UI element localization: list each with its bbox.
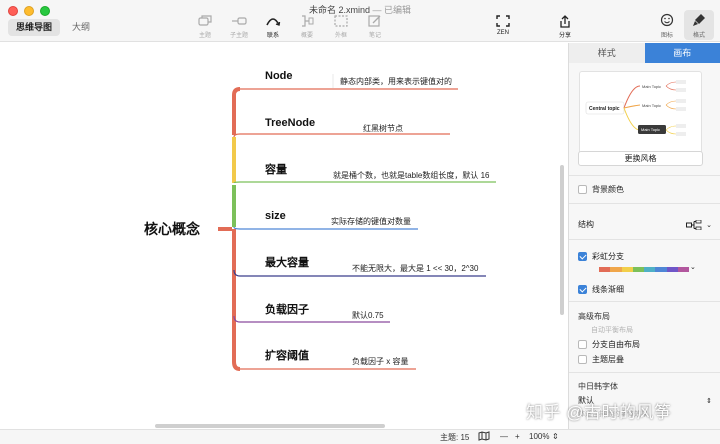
summary-bracket-icon bbox=[290, 14, 324, 28]
subtopic-icon bbox=[222, 14, 256, 28]
summary-tool[interactable]: 概要 bbox=[290, 14, 324, 39]
branch-title-size[interactable]: size bbox=[265, 210, 286, 222]
window-titlebar: 未命名 2.xmind — 已编辑 思维导图 大纲 主题 子主题 联系 概要 外… bbox=[0, 0, 720, 42]
rainbow-swatch-7 bbox=[677, 267, 689, 272]
canvas-vertical-scrollbar[interactable] bbox=[560, 165, 564, 315]
structure-row: 结构 ⌄ bbox=[578, 219, 712, 230]
branch-title-treenode[interactable]: TreeNode bbox=[265, 117, 315, 129]
chevron-updown-icon: ⇕ bbox=[706, 397, 712, 405]
line-taper-option[interactable]: 线条渐细 bbox=[578, 284, 624, 295]
share-tool[interactable]: 分享 bbox=[548, 14, 582, 39]
watermark: 知乎 @古时的风筝 bbox=[526, 403, 672, 422]
trunk-segment-bottom bbox=[232, 229, 241, 371]
thumb-main-3: Main Topic bbox=[641, 127, 660, 132]
branch-line-capacity bbox=[233, 181, 496, 184]
format-panel: 样式 画布 Central topic Main Topic Main Topi… bbox=[568, 43, 720, 429]
topic-tool[interactable]: 主题 bbox=[188, 14, 222, 39]
auto-balance-option: 自动平衡布局 bbox=[591, 327, 633, 334]
chevron-down-icon: ⌄ bbox=[690, 264, 696, 271]
relation-curve-icon bbox=[256, 14, 290, 28]
style-preview-svg: Central topic Main Topic Main Topic Main… bbox=[585, 80, 686, 136]
branch-title-capacity[interactable]: 容量 bbox=[264, 162, 287, 176]
tab-outline[interactable]: 大纲 bbox=[64, 19, 98, 36]
canvas-horizontal-scrollbar[interactable] bbox=[155, 424, 385, 428]
smiley-icon bbox=[652, 13, 682, 29]
view-tabs: 思维导图 大纲 bbox=[8, 19, 98, 36]
thumb-main-1: Main Topic bbox=[642, 84, 661, 89]
tab-style[interactable]: 样式 bbox=[569, 43, 645, 63]
boundary-icon bbox=[324, 14, 358, 28]
free-branch-option[interactable]: 分支自由布局 bbox=[578, 339, 640, 350]
branch-note-size[interactable]: 实际存储的键值对数量 bbox=[331, 216, 411, 226]
structure-dropdown[interactable]: ⌄ bbox=[686, 219, 712, 230]
branch-line-size bbox=[233, 226, 418, 230]
rainbow-swatch-5 bbox=[655, 267, 667, 272]
trunk-segment-top bbox=[232, 87, 241, 135]
status-bar: 主题: 15 — + 100% ⇕ bbox=[0, 429, 720, 444]
thumb-main-2: Main Topic bbox=[642, 103, 661, 108]
central-topic[interactable]: 核心概念 bbox=[144, 221, 201, 237]
format-panel-button[interactable]: 格式 bbox=[684, 10, 714, 40]
rainbow-dropdown[interactable]: ⌄ bbox=[690, 263, 696, 271]
rainbow-swatch-6 bbox=[666, 267, 678, 272]
rainbow-swatch-2 bbox=[621, 267, 633, 272]
branch-note-capacity[interactable]: 就是桶个数，也就是table数组长度，默认 16 bbox=[333, 170, 490, 180]
map-icon[interactable] bbox=[478, 431, 490, 443]
branch-note-load-factor[interactable]: 默认0.75 bbox=[352, 310, 384, 320]
chevron-down-icon: ⌄ bbox=[706, 221, 712, 229]
style-thumbnail[interactable]: Central topic Main Topic Main Topic Main… bbox=[579, 71, 702, 163]
structure-icon bbox=[686, 219, 702, 230]
brush-icon bbox=[684, 13, 714, 29]
branch-line-treenode bbox=[233, 133, 450, 138]
rainbow-swatch-0 bbox=[599, 267, 611, 272]
zoom-in-button[interactable]: + bbox=[515, 432, 520, 441]
rainbow-palette[interactable] bbox=[599, 267, 689, 272]
background-color-option[interactable]: 背景颜色 bbox=[578, 184, 624, 195]
zen-mode-tool[interactable]: ZEN bbox=[486, 14, 520, 36]
free-branch-checkbox[interactable] bbox=[578, 340, 587, 349]
tab-canvas[interactable]: 画布 bbox=[644, 43, 720, 63]
zoom-out-button[interactable]: — bbox=[500, 432, 508, 441]
panel-toggle-group: 图标 格式 bbox=[652, 10, 714, 40]
change-style-button[interactable]: 更换风格 bbox=[578, 151, 703, 166]
branch-note-treenode[interactable]: 红黑树节点 bbox=[363, 123, 403, 133]
line-taper-checkbox[interactable] bbox=[578, 285, 587, 294]
format-panel-tabs: 样式 画布 bbox=[569, 43, 720, 63]
rainbow-swatch-1 bbox=[610, 267, 622, 272]
rainbow-swatch-3 bbox=[632, 267, 644, 272]
thumb-central: Central topic bbox=[589, 106, 620, 112]
branch-title-threshold[interactable]: 扩容阈值 bbox=[265, 348, 309, 362]
zoom-level[interactable]: 100% bbox=[529, 432, 549, 441]
branch-title-max-capacity[interactable]: 最大容量 bbox=[265, 255, 309, 269]
rainbow-branch-option[interactable]: 彩虹分支 bbox=[578, 251, 624, 262]
rainbow-branch-checkbox[interactable] bbox=[578, 252, 587, 261]
topic-icon bbox=[188, 14, 222, 28]
note-tool[interactable]: 笔记 bbox=[358, 14, 392, 39]
topic-count: 主题: 15 bbox=[440, 433, 470, 442]
cjk-font-heading: 中日韩字体 bbox=[578, 382, 618, 391]
relation-tool[interactable]: 联系 bbox=[256, 14, 290, 39]
branch-title-node[interactable]: Node bbox=[265, 70, 293, 82]
fullscreen-icon bbox=[486, 14, 520, 28]
branch-note-max-capacity[interactable]: 不能无限大，最大是 1 << 30，2^30 bbox=[352, 263, 479, 273]
branch-title-load-factor[interactable]: 负载因子 bbox=[265, 302, 309, 316]
chevron-updown-icon[interactable]: ⇕ bbox=[552, 432, 559, 441]
tab-mindmap[interactable]: 思维导图 bbox=[8, 19, 61, 36]
branch-note-node[interactable]: 静态内部类，用来表示键值对的 bbox=[340, 76, 452, 86]
boundary-tool[interactable]: 外框 bbox=[324, 14, 358, 39]
branch-note-threshold[interactable]: 负载因子 x 容量 bbox=[352, 356, 408, 366]
background-color-checkbox[interactable] bbox=[578, 185, 587, 194]
topic-overlap-option[interactable]: 主题层叠 bbox=[578, 354, 624, 365]
advanced-layout-heading: 高级布局 bbox=[578, 312, 610, 321]
rainbow-swatch-4 bbox=[644, 267, 656, 272]
icons-panel-button[interactable]: 图标 bbox=[652, 10, 682, 40]
subtopic-tool[interactable]: 子主题 bbox=[222, 14, 256, 39]
note-pencil-icon bbox=[358, 14, 392, 28]
share-icon bbox=[548, 14, 582, 28]
mindmap-svg: 核心概念 Node TreeNode 容量 size 最大容量 负载因子 扩容阈… bbox=[144, 70, 496, 371]
mindmap-canvas[interactable]: 核心概念 Node TreeNode 容量 size 最大容量 负载因子 扩容阈… bbox=[0, 43, 567, 429]
topic-overlap-checkbox[interactable] bbox=[578, 355, 587, 364]
